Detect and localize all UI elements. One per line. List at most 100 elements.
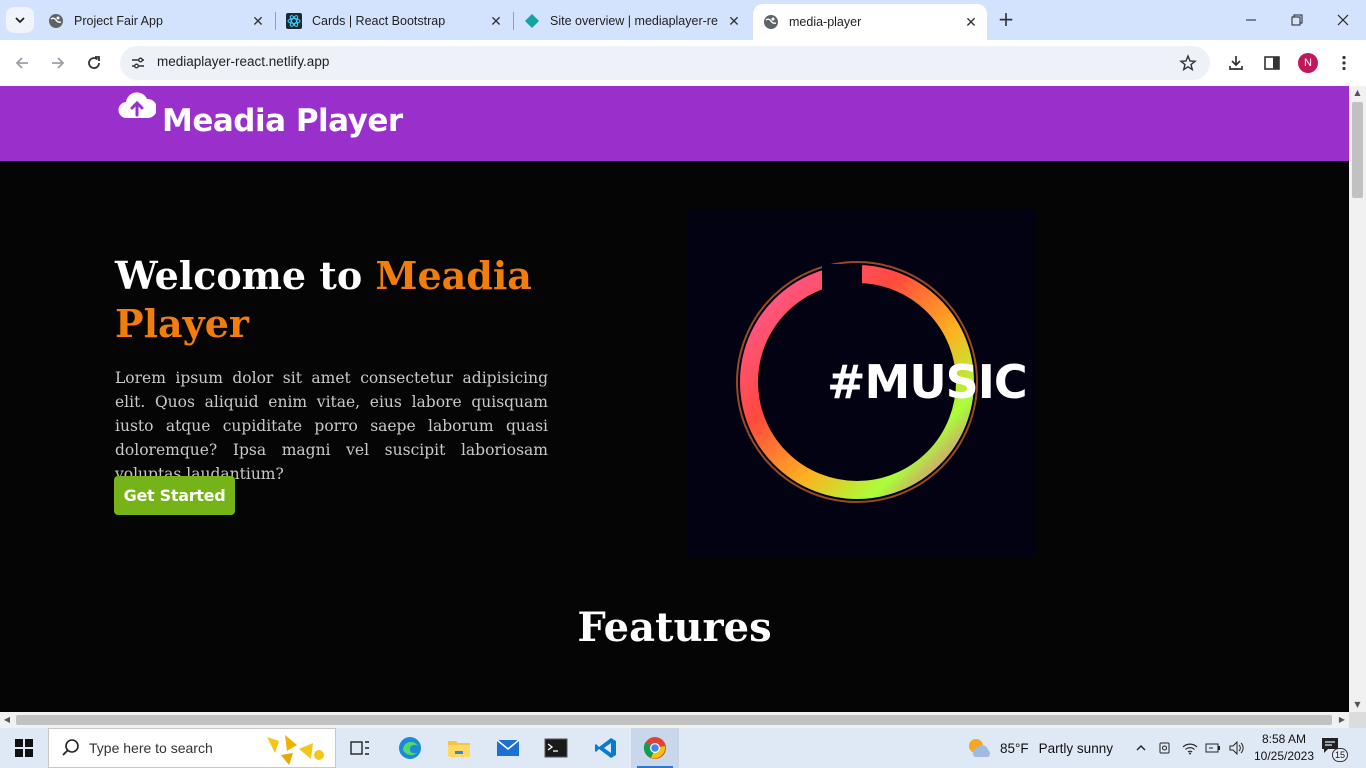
features-heading: Features bbox=[577, 604, 772, 651]
start-button[interactable] bbox=[0, 728, 48, 768]
globe-icon bbox=[763, 14, 779, 30]
battery-icon bbox=[1205, 743, 1220, 753]
search-placeholder: Type here to search bbox=[89, 740, 213, 756]
browser-menu-button[interactable] bbox=[1332, 51, 1356, 75]
weather-condition: Partly sunny bbox=[1038, 740, 1113, 756]
side-panel-button[interactable] bbox=[1260, 51, 1284, 75]
scroll-right-arrow-icon[interactable]: ▶ bbox=[1335, 712, 1349, 728]
edge-icon bbox=[399, 737, 421, 759]
forward-button[interactable] bbox=[44, 49, 72, 77]
close-icon bbox=[1337, 14, 1349, 26]
system-clock[interactable]: 8:58 AM 10/25/2023 bbox=[1250, 731, 1318, 765]
taskbar-file-explorer[interactable] bbox=[435, 728, 483, 768]
brand-link[interactable]: Meadia Player bbox=[118, 88, 403, 139]
browser-toolbar: mediaplayer-react.netlify.app N bbox=[0, 40, 1366, 86]
vscode-icon bbox=[595, 738, 616, 758]
tab-search-button[interactable] bbox=[6, 7, 34, 33]
chrome-icon bbox=[643, 737, 666, 759]
close-window-button[interactable] bbox=[1320, 0, 1366, 40]
taskbar-chrome[interactable] bbox=[631, 728, 679, 768]
new-tab-button[interactable]: + bbox=[994, 8, 1018, 32]
folder-icon bbox=[448, 741, 470, 757]
globe-icon bbox=[48, 13, 64, 29]
taskbar-terminal[interactable] bbox=[532, 728, 580, 768]
close-tab-icon[interactable]: ✕ bbox=[963, 14, 979, 30]
browser-tab-strip: Project Fair App ✕ Cards | React Bootstr… bbox=[0, 0, 1366, 40]
restore-button[interactable] bbox=[1274, 0, 1320, 40]
weather-temperature: 85°F bbox=[1000, 740, 1029, 756]
scroll-down-arrow-icon[interactable]: ▼ bbox=[1349, 698, 1366, 712]
tab-react-bootstrap[interactable]: Cards | React Bootstrap ✕ bbox=[276, 6, 512, 36]
more-vertical-icon bbox=[1342, 55, 1346, 71]
brand-name: Meadia Player bbox=[162, 103, 403, 139]
site-navbar: Meadia Player bbox=[0, 86, 1349, 161]
arrow-right-icon bbox=[52, 57, 65, 69]
taskbar-vscode[interactable] bbox=[582, 728, 630, 768]
taskbar-edge[interactable] bbox=[386, 728, 434, 768]
scroll-left-arrow-icon[interactable]: ◀ bbox=[0, 712, 14, 728]
partly-sunny-icon bbox=[969, 739, 991, 757]
speaker-icon bbox=[1229, 741, 1244, 755]
clock-date: 10/25/2023 bbox=[1253, 749, 1315, 763]
clock-time: 8:58 AM bbox=[1261, 732, 1307, 746]
taskbar-mail[interactable] bbox=[484, 728, 532, 768]
tab-netlify-site-overview[interactable]: Site overview | mediaplayer-re ✕ bbox=[514, 6, 750, 36]
close-tab-icon[interactable]: ✕ bbox=[250, 13, 266, 29]
tab-title: Project Fair App bbox=[74, 14, 163, 28]
avatar: N bbox=[1298, 53, 1318, 73]
hero-description: Lorem ipsum dolor sit amet consectetur a… bbox=[115, 369, 548, 483]
chevron-up-icon bbox=[1136, 745, 1146, 751]
mail-icon bbox=[496, 739, 520, 756]
close-tab-icon[interactable]: ✕ bbox=[488, 13, 504, 29]
cloud-upload-icon bbox=[118, 92, 156, 119]
downloads-button[interactable] bbox=[1224, 51, 1248, 75]
bookmark-star-icon[interactable] bbox=[1178, 53, 1198, 73]
hero-music-image: #MUSIC bbox=[687, 209, 1036, 558]
tab-project-fair[interactable]: Project Fair App ✕ bbox=[38, 6, 274, 36]
get-started-button[interactable]: Get Started bbox=[114, 476, 235, 515]
minimize-icon bbox=[1246, 19, 1256, 21]
back-button[interactable] bbox=[8, 49, 36, 77]
site-info-icon[interactable] bbox=[128, 53, 148, 73]
vertical-scrollbar[interactable]: ▲ ▼ bbox=[1349, 86, 1366, 712]
task-view-button[interactable] bbox=[336, 728, 384, 768]
volume-tray[interactable] bbox=[1228, 739, 1246, 757]
weather-widget[interactable]: 85°F Partly sunny bbox=[966, 728, 1113, 768]
tab-media-player[interactable]: media-player ✕ bbox=[753, 4, 987, 40]
search-highlight-illustration bbox=[267, 735, 324, 765]
tab-title: media-player bbox=[789, 15, 862, 29]
terminal-icon bbox=[544, 738, 568, 758]
meet-now-tray[interactable] bbox=[1156, 739, 1174, 757]
scroll-up-arrow-icon[interactable]: ▲ bbox=[1349, 86, 1366, 100]
horizontal-scroll-thumb[interactable] bbox=[16, 715, 1332, 725]
hero-title: Welcome to Meadia Player bbox=[115, 252, 555, 348]
arrow-left-icon bbox=[15, 57, 28, 69]
screen: Project Fair App ✕ Cards | React Bootstr… bbox=[0, 0, 1366, 768]
battery-tray[interactable] bbox=[1204, 739, 1222, 757]
download-icon bbox=[1229, 56, 1243, 70]
profile-button[interactable]: N bbox=[1296, 51, 1320, 75]
camera-icon bbox=[1159, 742, 1170, 754]
windows-taskbar: Type here to search 85°F Partly sunny 8:… bbox=[0, 728, 1366, 768]
reload-icon bbox=[88, 56, 100, 69]
task-view-icon bbox=[350, 741, 369, 755]
restore-icon bbox=[1291, 14, 1303, 26]
react-bootstrap-icon bbox=[286, 13, 302, 29]
side-panel-icon bbox=[1264, 56, 1280, 70]
notification-center-button[interactable]: 15 bbox=[1320, 736, 1348, 762]
vertical-scroll-thumb[interactable] bbox=[1352, 102, 1363, 198]
tab-title: Cards | React Bootstrap bbox=[312, 14, 446, 28]
tab-title: Site overview | mediaplayer-re bbox=[550, 14, 718, 28]
url-text: mediaplayer-react.netlify.app bbox=[157, 54, 330, 69]
taskbar-search-box[interactable]: Type here to search bbox=[48, 728, 336, 768]
close-tab-icon[interactable]: ✕ bbox=[726, 13, 742, 29]
hero-image-caption: #MUSIC bbox=[827, 355, 1028, 409]
minimize-button[interactable] bbox=[1228, 0, 1274, 40]
horizontal-scrollbar[interactable]: ◀ ▶ bbox=[0, 712, 1349, 728]
reload-button[interactable] bbox=[80, 49, 108, 77]
chevron-down-icon bbox=[15, 17, 25, 24]
windows-logo-icon bbox=[15, 739, 33, 757]
address-bar[interactable]: mediaplayer-react.netlify.app bbox=[120, 46, 1210, 80]
network-tray[interactable] bbox=[1181, 739, 1199, 757]
show-hidden-icons-button[interactable] bbox=[1132, 739, 1150, 757]
